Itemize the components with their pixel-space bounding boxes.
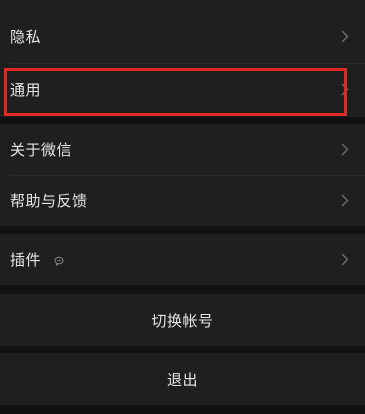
chevron-right-icon <box>340 143 350 157</box>
settings-item-label: 帮助与反馈 <box>10 192 88 210</box>
settings-item-label: 通用 <box>10 81 42 99</box>
chevron-right-icon <box>340 253 350 267</box>
switch-account-group: 切换帐号 <box>0 294 365 346</box>
privacy-general-group: 隐私 通用 <box>0 0 365 117</box>
settings-item-help[interactable]: 帮助与反馈 <box>0 175 365 226</box>
chevron-right-icon <box>340 30 350 44</box>
chat-bubble-icon <box>54 256 64 266</box>
switch-account-button[interactable]: 切换帐号 <box>0 294 365 346</box>
chevron-right-icon <box>340 194 350 208</box>
settings-item-about[interactable]: 关于微信 <box>0 124 365 175</box>
settings-item-label-wrap: 插件 <box>10 249 340 270</box>
settings-item-general[interactable]: 通用 <box>0 64 365 115</box>
about-help-group: 关于微信 帮助与反馈 <box>0 124 365 226</box>
plugins-group: 插件 <box>0 234 365 285</box>
chevron-right-icon <box>340 83 350 97</box>
settings-item-plugins[interactable]: 插件 <box>0 234 365 285</box>
logout-group: 退出 <box>0 353 365 405</box>
settings-item-label: 插件 <box>10 251 42 269</box>
settings-item-privacy[interactable]: 隐私 <box>0 11 365 62</box>
settings-screen: 隐私 通用 关于微信 帮助与反馈 插件 切换帐号 退出 <box>0 0 365 414</box>
logout-button[interactable]: 退出 <box>0 353 365 405</box>
settings-item-label: 关于微信 <box>10 141 73 159</box>
settings-item-label: 隐私 <box>10 28 42 46</box>
